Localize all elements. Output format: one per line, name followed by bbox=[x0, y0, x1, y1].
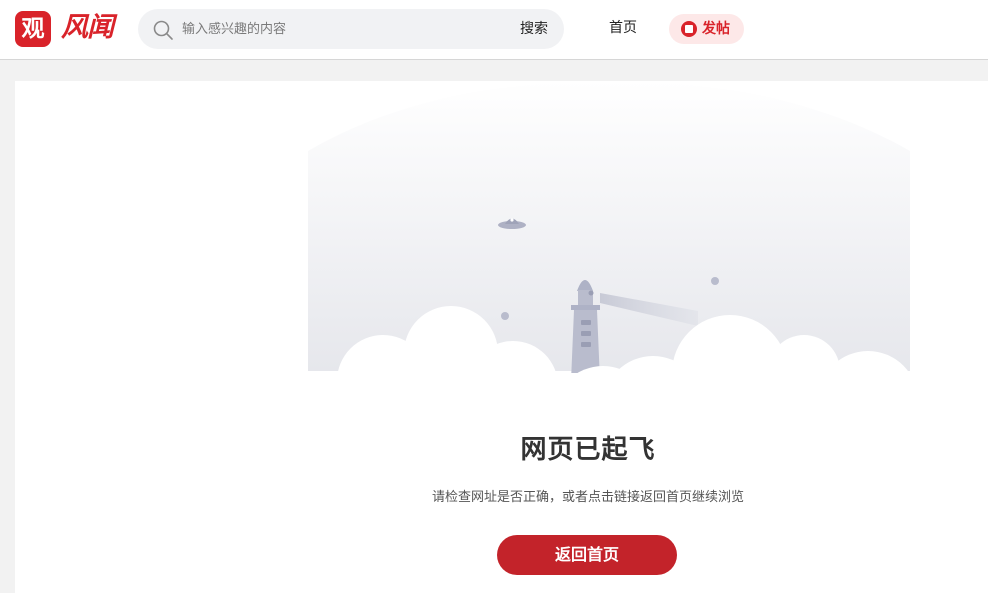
post-button[interactable]: 发帖 bbox=[669, 14, 744, 44]
search-button[interactable]: 搜索 bbox=[520, 9, 548, 49]
logo-text[interactable]: 风闻 bbox=[61, 10, 114, 46]
main-content: 网页已起飞 请检查网址是否正确，或者点击链接返回首页继续浏览 返回首页 bbox=[15, 81, 988, 593]
return-home-button[interactable]: 返回首页 bbox=[497, 535, 677, 575]
nav-home-link[interactable]: 首页 bbox=[609, 17, 637, 39]
search-input[interactable] bbox=[182, 9, 482, 49]
error-title: 网页已起飞 bbox=[520, 435, 656, 465]
post-button-label: 发帖 bbox=[702, 21, 730, 37]
illustration-lighthouse bbox=[308, 81, 910, 381]
star-dot bbox=[501, 312, 509, 320]
search-icon bbox=[153, 20, 173, 40]
error-description: 请检查网址是否正确，或者点击链接返回首页继续浏览 bbox=[431, 490, 744, 505]
top-navbar: 观 风闻 搜索 首页 发帖 bbox=[0, 0, 988, 60]
star-dot bbox=[711, 277, 719, 285]
search-bar: 搜索 bbox=[138, 9, 564, 49]
post-icon bbox=[681, 21, 697, 37]
logo-icon[interactable]: 观 bbox=[15, 11, 51, 47]
